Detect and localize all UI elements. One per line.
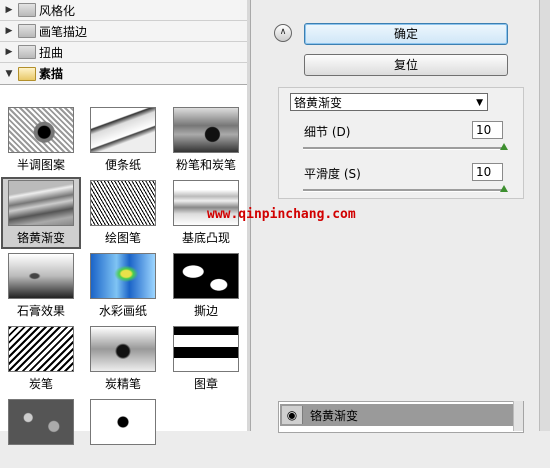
thumbnail-image (90, 180, 156, 226)
thumb-stamp[interactable]: 图章 (166, 323, 246, 395)
thumbnail-image (8, 253, 74, 299)
filter-select[interactable]: 铬黄渐变 ▼ (290, 93, 488, 111)
thumb-label: 基底凸现 (181, 231, 230, 245)
category-stylize[interactable]: ▶ 风格化 (0, 0, 247, 21)
effect-layer-row[interactable]: ◉ 铬黄渐变 (280, 404, 514, 426)
folder-icon (18, 45, 36, 59)
expand-triangle-icon[interactable]: ▶ (2, 26, 16, 36)
options-empty-area: www.qinpinchang.com (207, 197, 550, 400)
thumbnail-image (8, 107, 74, 153)
thumbnail-image (90, 399, 156, 445)
double-chevron-up-icon[interactable]: ∧ (274, 24, 292, 42)
thumb-label: 水彩画纸 (98, 304, 147, 318)
thumb-water-paper[interactable]: 水彩画纸 (83, 250, 163, 322)
thumb-label: 半调图案 (16, 158, 65, 172)
thumbnail-image (173, 326, 239, 372)
chevron-down-icon: ▼ (476, 98, 483, 108)
thumb-chrome[interactable]: 铬黄渐变 (1, 177, 81, 249)
ok-button[interactable]: 确定 (304, 23, 508, 45)
eye-icon[interactable]: ◉ (282, 406, 303, 424)
effect-layer-list: ◉ 铬黄渐变 (278, 401, 524, 433)
thumb-label: 撕边 (193, 304, 218, 318)
thumbnail-image (90, 107, 156, 153)
thumb-chalk-charcoal[interactable]: 粉笔和炭笔 (166, 104, 246, 176)
layer-list-scrollbar[interactable] (513, 401, 523, 431)
detail-slider-track[interactable] (303, 147, 504, 150)
folder-icon (18, 3, 36, 17)
expand-triangle-icon[interactable]: ▶ (2, 47, 16, 57)
thumbnail-image (173, 253, 239, 299)
thumb-conte-crayon[interactable]: 炭精笔 (83, 323, 163, 395)
detail-input[interactable]: 10 (472, 121, 503, 139)
category-label: 扭曲 (39, 45, 64, 60)
thumb-photocopy[interactable] (83, 396, 163, 468)
thumb-label: 便条纸 (104, 158, 141, 172)
category-label: 素描 (39, 67, 64, 81)
smoothness-slider-handle[interactable] (500, 185, 508, 192)
filter-select-value: 铬黄渐变 (294, 96, 343, 110)
detail-label: 细节 (D) (304, 125, 351, 139)
collapse-triangle-icon[interactable]: ▼ (2, 69, 16, 79)
thumb-charcoal[interactable]: 炭笔 (1, 323, 81, 395)
watermark-text: www.qinpinchang.com (207, 207, 356, 222)
effect-layer-name: 铬黄渐变 (310, 409, 359, 423)
window-edge-scrollbar[interactable] (539, 0, 550, 431)
thumb-halftone-pattern[interactable]: 半调图案 (1, 104, 81, 176)
thumb-label: 绘图笔 (104, 231, 141, 245)
detail-slider-handle[interactable] (500, 143, 508, 150)
reset-button[interactable]: 复位 (304, 54, 508, 76)
thumb-label: 炭笔 (28, 377, 53, 391)
expand-triangle-icon[interactable]: ▶ (2, 5, 16, 15)
filter-options-box: 铬黄渐变 ▼ 细节 (D) 10 平滑度 (S) 10 (278, 87, 524, 199)
thumb-plaster[interactable]: 石膏效果 (1, 250, 81, 322)
thumbnail-image (8, 399, 74, 445)
thumb-note-paper[interactable]: 便条纸 (83, 104, 163, 176)
thumb-label: 图章 (193, 377, 218, 391)
thumb-label: 粉笔和炭笔 (175, 158, 236, 172)
thumb-label: 石膏效果 (16, 304, 65, 318)
thumb-label: 炭精笔 (104, 377, 141, 391)
folder-open-icon (18, 66, 36, 81)
category-sketch[interactable]: ▼ 素描 (0, 63, 247, 85)
category-distort[interactable]: ▶ 扭曲 (0, 42, 247, 63)
thumb-graphic-pen[interactable]: 绘图笔 (83, 177, 163, 249)
category-label: 画笔描边 (39, 24, 88, 39)
smoothness-label: 平滑度 (S) (304, 167, 361, 181)
thumbnail-image (173, 107, 239, 153)
thumbnail-image (8, 180, 74, 226)
thumbnail-image (90, 253, 156, 299)
thumb-label: 铬黄渐变 (16, 231, 65, 245)
filter-thumbnails: 半调图案 便条纸 粉笔和炭笔 铬黄渐变 绘图笔 基底凸现 石膏效果 水彩画纸 撕… (0, 104, 247, 445)
thumb-torn-edges[interactable]: 撕边 (166, 250, 246, 322)
filter-settings-panel: ∧ 确定 复位 铬黄渐变 ▼ 细节 (D) 10 平滑度 (S) 10 www.… (207, 0, 550, 433)
thumbnail-image (8, 326, 74, 372)
category-brush-strokes[interactable]: ▶ 画笔描边 (0, 21, 247, 42)
smoothness-input[interactable]: 10 (472, 163, 503, 181)
smoothness-slider-track[interactable] (303, 189, 504, 192)
category-label: 风格化 (39, 3, 76, 18)
thumbnail-image (90, 326, 156, 372)
thumb-reticulation[interactable] (1, 396, 81, 468)
folder-icon (18, 24, 36, 38)
